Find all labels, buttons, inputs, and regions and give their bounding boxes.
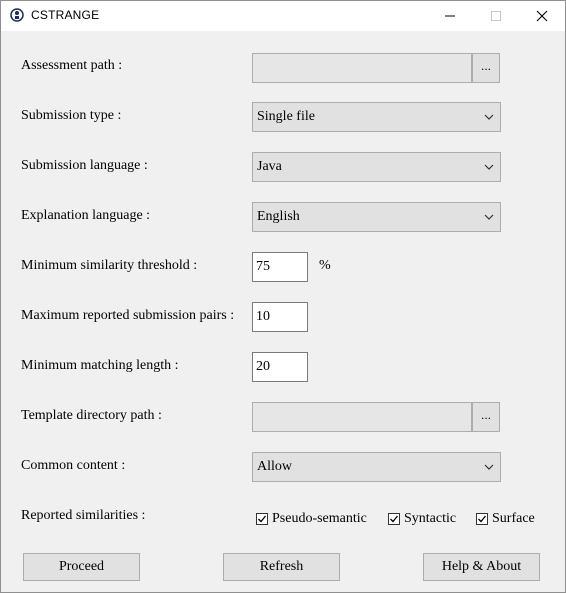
reported-similarities-label: Reported similarities : [21, 508, 146, 523]
common-content-select[interactable]: Allow [252, 452, 501, 482]
minimize-icon [445, 15, 455, 17]
checkbox-box[interactable] [476, 513, 488, 525]
percent-unit: % [319, 258, 331, 273]
chevron-down-icon [484, 214, 494, 220]
submission-type-value: Single file [257, 109, 315, 124]
proceed-button[interactable]: Proceed [23, 553, 140, 581]
submission-type-select[interactable]: Single file [252, 102, 501, 132]
checkbox-label: Syntactic [404, 511, 457, 526]
common-content-label: Common content : [21, 458, 126, 473]
min-similarity-input[interactable]: 75 [252, 252, 308, 282]
checkbox-label: Pseudo-semantic [272, 511, 367, 526]
checkmark-icon [390, 515, 399, 523]
checkbox-pseudo-semantic[interactable]: Pseudo-semantic [256, 511, 367, 527]
title-bar: CSTRANGE [1, 1, 565, 31]
assessment-path-label: Assessment path : [21, 58, 123, 73]
checkbox-box[interactable] [388, 513, 400, 525]
window-title: CSTRANGE [31, 8, 100, 22]
explanation-language-value: English [257, 209, 300, 224]
submission-language-select[interactable]: Java [252, 152, 501, 182]
assessment-browse-button[interactable]: ... [472, 53, 500, 83]
refresh-button[interactable]: Refresh [223, 553, 340, 581]
minimize-button[interactable] [427, 1, 473, 31]
submission-language-value: Java [257, 159, 282, 174]
min-matching-length-label: Minimum matching length : [21, 358, 179, 373]
explanation-language-select[interactable]: English [252, 202, 501, 232]
submission-language-label: Submission language : [21, 158, 148, 173]
min-matching-length-input[interactable]: 20 [252, 352, 308, 382]
help-about-button[interactable]: Help & About [423, 553, 540, 581]
checkbox-box[interactable] [256, 513, 268, 525]
min-similarity-label: Minimum similarity threshold : [21, 258, 198, 273]
assessment-path-field[interactable] [252, 53, 472, 83]
app-icon [10, 8, 24, 22]
maximize-icon [491, 11, 501, 21]
chevron-down-icon [484, 464, 494, 470]
max-pairs-input[interactable]: 10 [252, 302, 308, 332]
checkbox-label: Surface [492, 511, 535, 526]
template-path-field[interactable] [252, 402, 472, 432]
checkbox-surface[interactable]: Surface [476, 511, 535, 527]
max-pairs-label: Maximum reported submission pairs : [21, 308, 235, 323]
chevron-down-icon [484, 114, 494, 120]
checkmark-icon [478, 515, 487, 523]
maximize-button[interactable] [473, 1, 519, 31]
close-icon [536, 10, 548, 22]
chevron-down-icon [484, 164, 494, 170]
explanation-language-label: Explanation language : [21, 208, 151, 223]
template-path-label: Template directory path : [21, 408, 162, 423]
close-button[interactable] [519, 1, 565, 31]
app-window: CSTRANGE Assessment path : ... Submissio… [0, 0, 566, 593]
checkmark-icon [258, 515, 267, 523]
checkbox-syntactic[interactable]: Syntactic [388, 511, 456, 527]
common-content-value: Allow [257, 459, 292, 474]
template-browse-button[interactable]: ... [472, 402, 500, 432]
submission-type-label: Submission type : [21, 108, 122, 123]
